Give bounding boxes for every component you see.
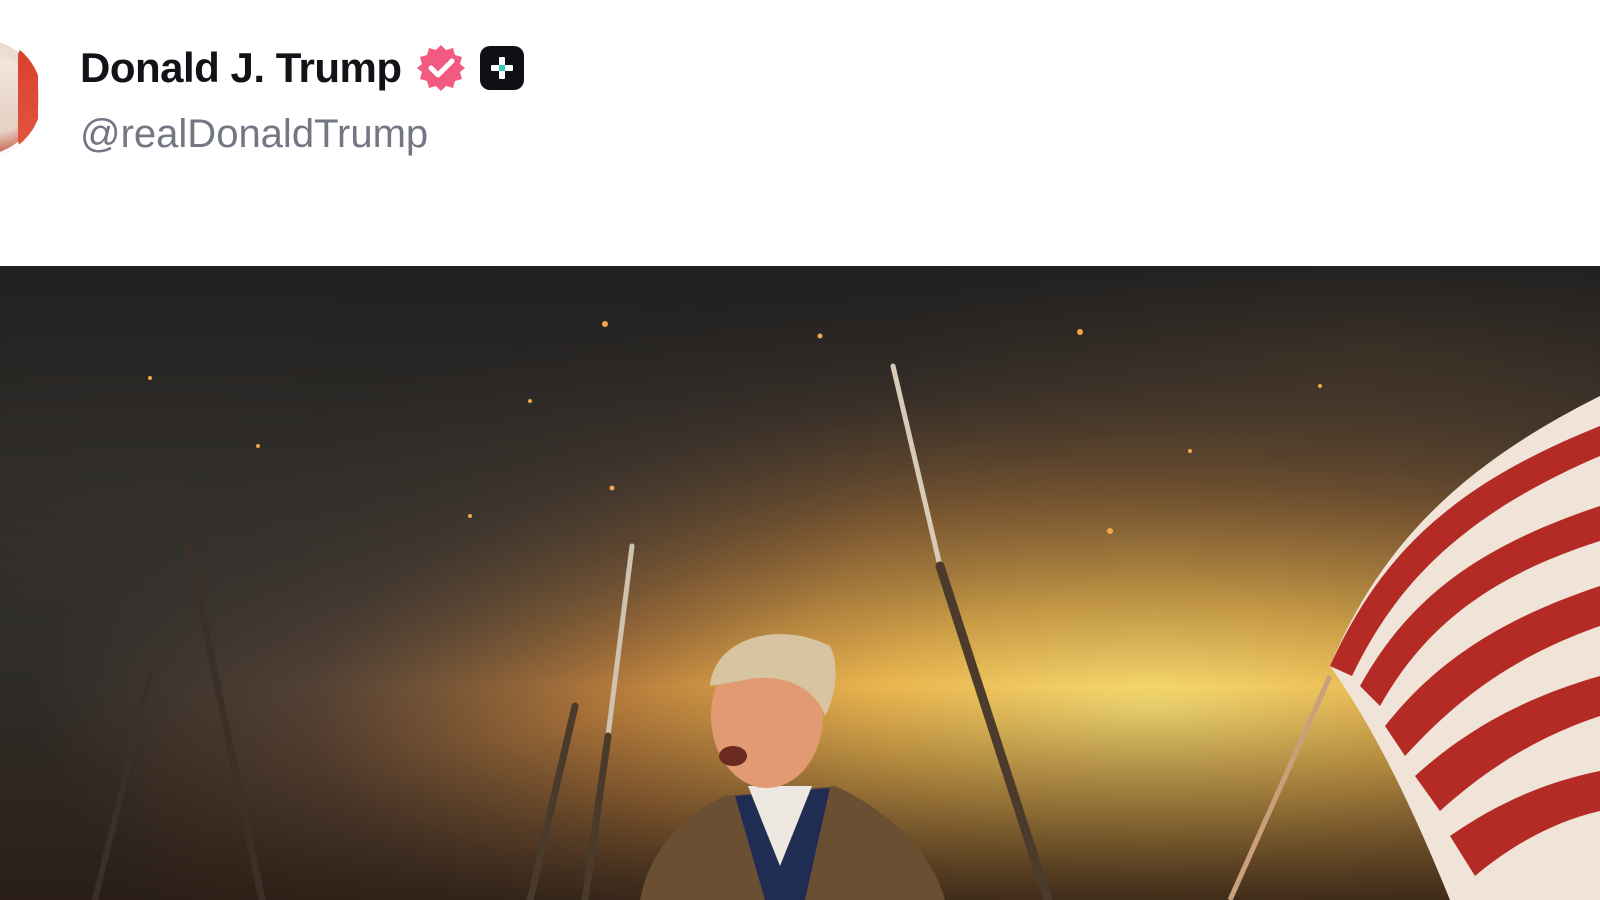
ember xyxy=(609,485,615,491)
ember xyxy=(1318,384,1322,388)
battle-scene-image[interactable] xyxy=(0,266,1600,900)
ember xyxy=(528,399,532,403)
ember xyxy=(1107,528,1113,534)
ember xyxy=(1077,329,1083,335)
figure-mouth xyxy=(719,746,747,766)
author-handle[interactable]: @realDonaldTrump xyxy=(80,112,428,157)
ember xyxy=(817,333,823,339)
plus-badge-svg xyxy=(490,57,513,79)
plus-badge-icon xyxy=(479,46,524,90)
battle-scene-svg xyxy=(0,266,1600,900)
ember xyxy=(1188,449,1192,453)
ember xyxy=(602,321,608,327)
plus-center-accent xyxy=(498,65,505,71)
avatar[interactable] xyxy=(0,36,42,158)
author-display-name[interactable]: Donald J. Trump xyxy=(80,44,402,92)
ember xyxy=(468,514,472,518)
verified-badge-shape xyxy=(416,45,465,91)
ember xyxy=(148,376,152,380)
verified-badge-icon xyxy=(416,43,466,93)
post-header: Donald J. Trump @realDonaldTrump xyxy=(0,0,1600,268)
verified-badge-svg xyxy=(416,45,465,91)
ember xyxy=(256,444,260,448)
post-page: Donald J. Trump @realDonaldTrump xyxy=(0,0,1600,900)
author-name-row: Donald J. Trump xyxy=(80,40,524,96)
avatar-stripe xyxy=(18,46,38,150)
avatar-face xyxy=(0,60,20,132)
